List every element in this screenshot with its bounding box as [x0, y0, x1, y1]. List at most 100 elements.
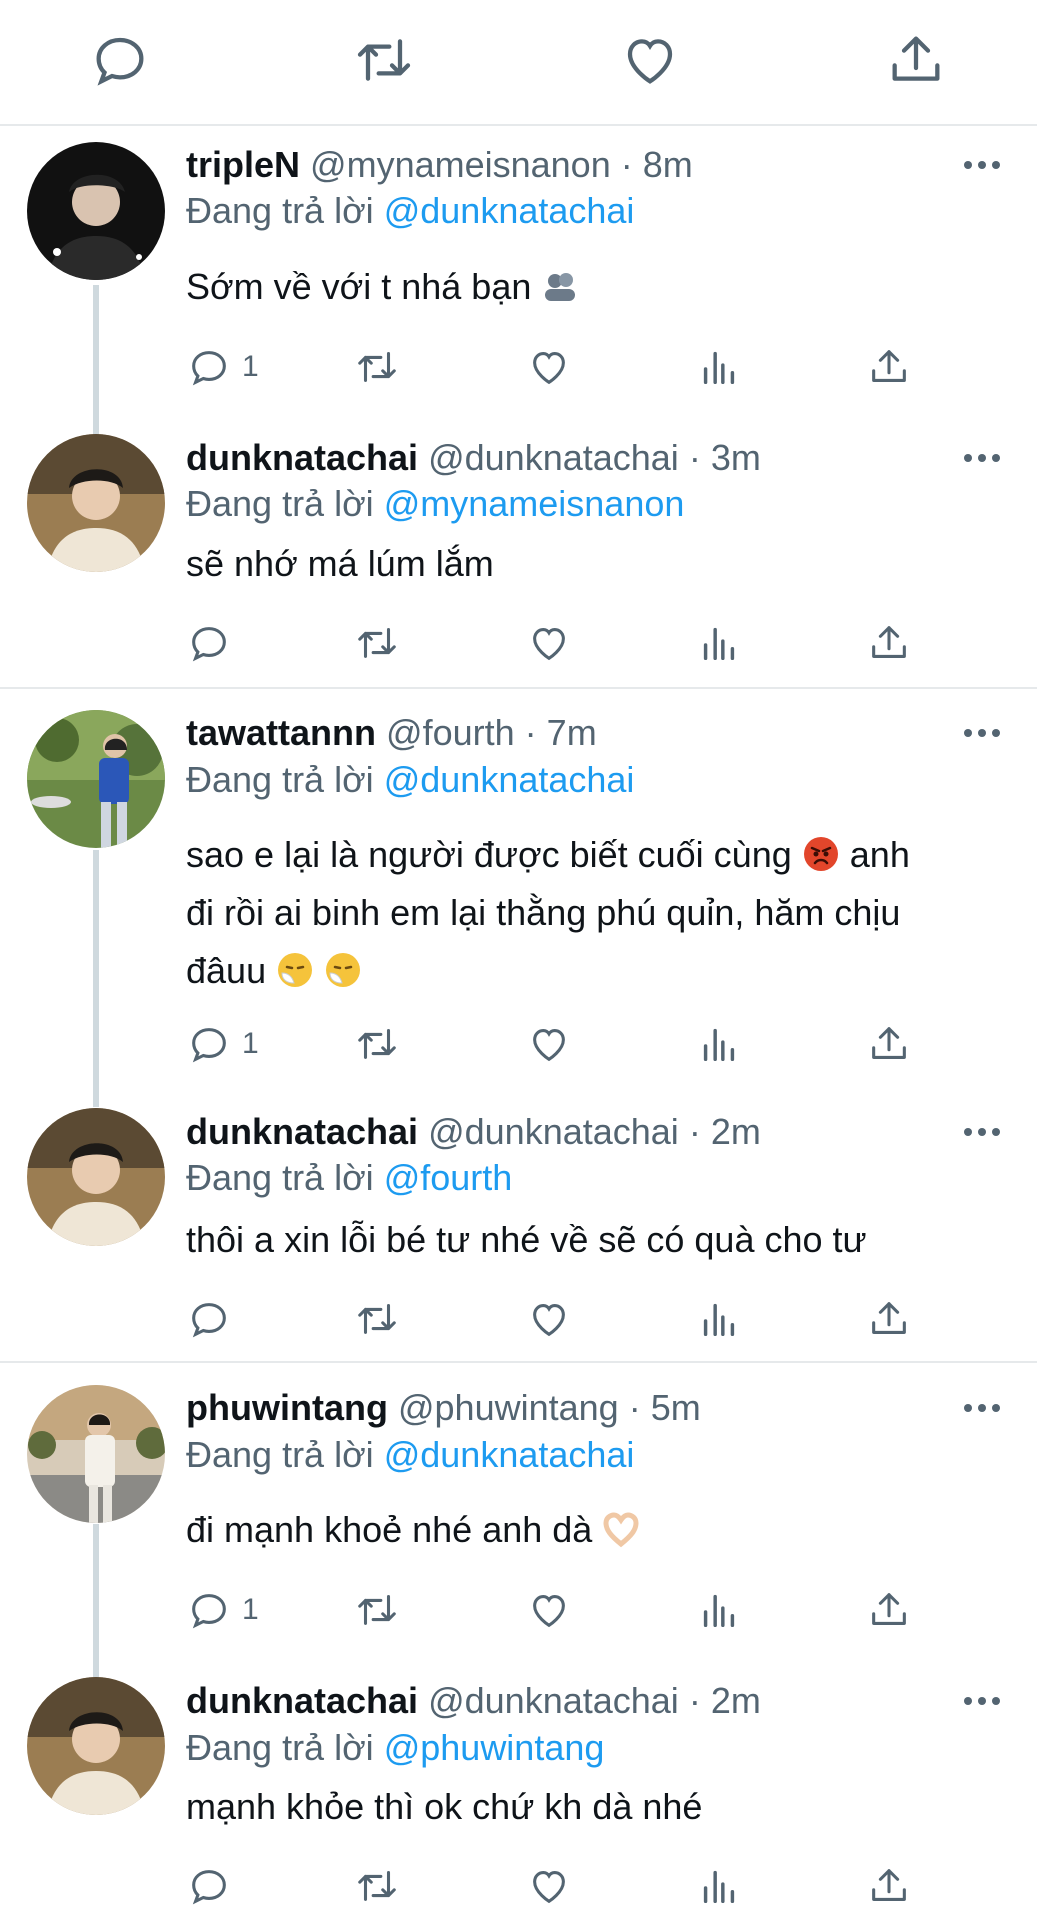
user-handle: @dunknatachai	[428, 437, 679, 478]
replying-prefix: Đang trả lời	[186, 483, 374, 524]
reply-button[interactable]: 1	[186, 343, 259, 391]
more-options-icon[interactable]	[960, 1396, 1004, 1420]
replying-to: Đang trả lời @dunknatachai	[186, 756, 634, 804]
views-button[interactable]	[696, 343, 742, 391]
more-options-icon[interactable]	[960, 153, 1004, 177]
like-button[interactable]	[526, 1862, 572, 1910]
share-button[interactable]	[866, 1295, 912, 1343]
timestamp: 7m	[546, 712, 597, 753]
replying-to: Đang trả lời @phuwintang	[186, 1724, 604, 1772]
share-icon[interactable]	[884, 28, 948, 92]
views-button[interactable]	[696, 1586, 742, 1634]
retweet-icon[interactable]	[352, 28, 416, 92]
like-button[interactable]	[526, 343, 572, 391]
reply-button[interactable]: 1	[186, 1586, 259, 1634]
timestamp: 2m	[710, 1111, 761, 1152]
replying-prefix: Đang trả lời	[186, 190, 374, 231]
tweet-header: dunknatachai @dunknatachai · 2m	[186, 1108, 761, 1156]
avatar[interactable]	[27, 710, 165, 848]
thread-line	[93, 1524, 99, 1677]
retweet-button[interactable]	[354, 343, 400, 391]
user-handle: @dunknatachai	[428, 1111, 679, 1152]
replying-prefix: Đang trả lời	[186, 759, 374, 800]
views-button[interactable]	[696, 1020, 742, 1068]
tweet-text: thôi a xin lỗi bé tư nhé về sẽ có quà ch…	[186, 1211, 986, 1269]
share-button[interactable]	[866, 619, 912, 667]
display-name[interactable]: phuwintang	[186, 1387, 388, 1428]
replying-to: Đang trả lời @mynameisnanon	[186, 480, 684, 528]
like-icon[interactable]	[618, 28, 682, 92]
views-button[interactable]	[696, 1295, 742, 1343]
divider	[0, 687, 1037, 689]
display-name[interactable]: tawattannn	[186, 712, 376, 753]
timestamp: 2m	[710, 1680, 761, 1721]
sneezing-face-icon	[324, 948, 362, 987]
share-button[interactable]	[866, 1020, 912, 1068]
replying-to: Đang trả lời @dunknatachai	[186, 187, 634, 235]
mention-link[interactable]: @phuwintang	[384, 1727, 605, 1768]
display-name[interactable]: dunknatachai	[186, 437, 418, 478]
avatar[interactable]	[27, 1108, 165, 1246]
sneezing-face-icon	[276, 948, 314, 987]
mention-link[interactable]: @fourth	[384, 1157, 513, 1198]
reply-button[interactable]	[186, 619, 232, 667]
like-button[interactable]	[526, 1295, 572, 1343]
tweet-actions	[186, 619, 926, 667]
mention-link[interactable]: @dunknatachai	[384, 1434, 635, 1475]
tweet-text: đi mạnh khoẻ nhé anh dà	[186, 1501, 986, 1559]
separator-dot: ·	[688, 1680, 701, 1721]
tweet-header: dunknatachai @dunknatachai · 2m	[186, 1677, 761, 1725]
tweet-actions: 1	[186, 1020, 926, 1068]
views-button[interactable]	[696, 619, 742, 667]
mention-link[interactable]: @mynameisnanon	[384, 483, 685, 524]
retweet-button[interactable]	[354, 619, 400, 667]
separator-dot: ·	[524, 712, 537, 753]
display-name[interactable]: tripleN	[186, 144, 300, 185]
like-button[interactable]	[526, 1020, 572, 1068]
busts-in-silhouette-icon	[541, 264, 579, 302]
tweet-header: phuwintang @phuwintang · 5m	[186, 1384, 701, 1432]
retweet-button[interactable]	[354, 1586, 400, 1634]
avatar[interactable]	[27, 434, 165, 572]
more-options-icon[interactable]	[960, 721, 1004, 745]
like-button[interactable]	[526, 619, 572, 667]
reply-button[interactable]: 1	[186, 1020, 259, 1068]
avatar[interactable]	[27, 142, 165, 280]
divider	[0, 124, 1037, 126]
more-options-icon[interactable]	[960, 1689, 1004, 1713]
replying-prefix: Đang trả lời	[186, 1157, 374, 1198]
tweet-text-line: đâuu	[186, 950, 267, 991]
mention-link[interactable]: @dunknatachai	[384, 759, 635, 800]
tweet-text-line: mạnh khỏe thì ok chứ kh dà nhé	[186, 1786, 703, 1827]
separator-dot: ·	[688, 437, 701, 478]
tweet-actions	[186, 1862, 926, 1910]
retweet-button[interactable]	[354, 1020, 400, 1068]
tweet-text: mạnh khỏe thì ok chứ kh dà nhé	[186, 1778, 986, 1836]
like-button[interactable]	[526, 1586, 572, 1634]
share-button[interactable]	[866, 343, 912, 391]
mention-link[interactable]: @dunknatachai	[384, 190, 635, 231]
tweet-text-line: Sớm về với t nhá bạn	[186, 266, 532, 307]
retweet-button[interactable]	[354, 1862, 400, 1910]
share-button[interactable]	[866, 1862, 912, 1910]
heart-hands-icon	[602, 1507, 640, 1548]
reply-button[interactable]	[186, 1295, 232, 1343]
share-button[interactable]	[866, 1586, 912, 1634]
display-name[interactable]: dunknatachai	[186, 1680, 418, 1721]
tweet-text-line: sao e lại là người được biết cuối cùng	[186, 834, 792, 875]
retweet-button[interactable]	[354, 1295, 400, 1343]
more-options-icon[interactable]	[960, 446, 1004, 470]
reply-count: 1	[242, 1027, 259, 1060]
reply-button[interactable]	[186, 1862, 232, 1910]
user-handle: @dunknatachai	[428, 1680, 679, 1721]
display-name[interactable]: dunknatachai	[186, 1111, 418, 1152]
reply-count: 1	[242, 350, 259, 383]
more-options-icon[interactable]	[960, 1120, 1004, 1144]
avatar[interactable]	[27, 1385, 165, 1523]
replying-to: Đang trả lời @fourth	[186, 1154, 512, 1202]
views-button[interactable]	[696, 1862, 742, 1910]
avatar[interactable]	[27, 1677, 165, 1815]
separator-dot: ·	[688, 1111, 701, 1152]
reply-icon[interactable]	[88, 28, 152, 92]
replying-to: Đang trả lời @dunknatachai	[186, 1431, 634, 1479]
